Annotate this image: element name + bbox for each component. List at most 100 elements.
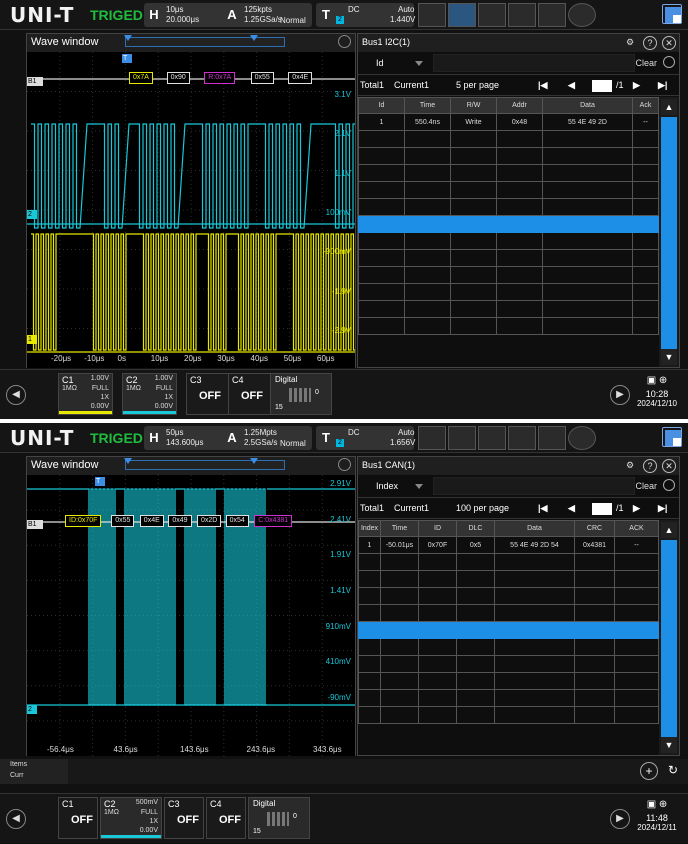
per-page-select[interactable]: 5 per page xyxy=(456,80,499,90)
close-icon[interactable]: ✕ xyxy=(662,459,676,473)
wave-window[interactable]: Wave window B1 ID:0x70F 0x55 0x4E 0x49 0x2D 0… xyxy=(26,456,356,756)
help-icon[interactable]: ? xyxy=(643,36,657,50)
col-id[interactable]: Id xyxy=(358,97,405,114)
col-addr[interactable]: Addr xyxy=(496,97,543,114)
table-row[interactable] xyxy=(358,638,659,656)
table-row[interactable]: 1 550.4ns Write 0x48 55 4E 49 2D -- xyxy=(358,113,659,131)
decode-packet[interactable]: 0x55 xyxy=(250,72,274,84)
table-row[interactable] xyxy=(358,570,659,588)
ch2-marker[interactable]: 2 xyxy=(27,705,37,714)
timebase-position-bar[interactable] xyxy=(124,35,285,47)
horizontal-button[interactable]: H 50μs 143.600μs xyxy=(144,426,234,450)
table-row[interactable] xyxy=(358,317,659,335)
table-row[interactable] xyxy=(358,706,659,724)
table-row[interactable] xyxy=(358,604,659,622)
col-time[interactable]: Time xyxy=(380,520,419,537)
gear-icon[interactable]: ⚙ xyxy=(623,459,637,473)
decode-packet[interactable]: 0x90 xyxy=(166,72,190,84)
measure-icon[interactable] xyxy=(418,3,446,27)
page-number-input[interactable]: 1 xyxy=(592,503,612,515)
decode-packet[interactable]: 0x7A xyxy=(129,72,153,84)
table-row[interactable] xyxy=(358,587,659,605)
table-row[interactable] xyxy=(358,672,659,690)
ch1-box[interactable]: C1 1.00V 1MΩ FULL 1X 0.00V xyxy=(58,373,113,415)
scroll-up-icon[interactable]: ▲ xyxy=(661,522,677,538)
decode-packet[interactable]: 0x54 xyxy=(225,515,249,527)
fft-icon[interactable] xyxy=(508,426,536,450)
clear-button[interactable]: Clear xyxy=(635,53,657,73)
clock-area[interactable]: ▣ ⊕ 11:48 2024/12/11 xyxy=(632,797,682,832)
table-row[interactable] xyxy=(358,147,659,165)
ch2-box[interactable]: C2 1.00V 1MΩ FULL 1X 0.00V xyxy=(122,373,177,415)
clock-area[interactable]: ▣ ⊕ 10:28 2024/12/10 xyxy=(632,373,682,408)
refresh-icon[interactable]: ↻ xyxy=(664,762,682,780)
table-scrollbar[interactable]: ▲ ▼ xyxy=(659,97,679,367)
ch3-box[interactable]: C3 OFF xyxy=(164,797,204,839)
last-page-icon[interactable]: ▶| xyxy=(658,80,667,91)
trigger-button[interactable]: T 2 DC Auto 1.656V xyxy=(316,426,415,450)
table-row-selected[interactable] xyxy=(358,215,659,233)
help-icon[interactable]: ? xyxy=(643,459,657,473)
search-circle-icon[interactable] xyxy=(568,426,596,450)
trigger-button[interactable]: T 2 DC Auto 1.440V xyxy=(316,3,415,27)
col-ack[interactable]: Ack xyxy=(632,97,659,114)
table-row[interactable] xyxy=(358,249,659,267)
measure-icon[interactable] xyxy=(418,426,446,450)
acquire-button[interactable]: A 1.25Mpts 2.5GSa/s Normal xyxy=(222,426,312,450)
app-menu-icon[interactable] xyxy=(662,4,682,24)
table-row[interactable] xyxy=(358,553,659,571)
col-rw[interactable]: R/W xyxy=(450,97,497,114)
scroll-right-icon[interactable]: ▶ xyxy=(610,809,630,829)
col-data[interactable]: Data xyxy=(542,97,633,114)
next-page-icon[interactable]: ▶ xyxy=(633,503,640,514)
page-number-input[interactable]: 1 xyxy=(592,80,612,92)
ch1-marker[interactable]: 1 xyxy=(27,335,37,344)
col-data[interactable]: Data xyxy=(494,520,575,537)
table-row[interactable] xyxy=(358,266,659,284)
cursor-icon[interactable] xyxy=(448,426,476,450)
table-row[interactable] xyxy=(358,232,659,250)
table-row[interactable] xyxy=(358,283,659,301)
zoom-icon[interactable] xyxy=(338,35,351,48)
filter-column-select[interactable]: Id xyxy=(358,53,433,73)
digital-box[interactable]: Digital 0 15 xyxy=(248,797,310,839)
first-page-icon[interactable]: |◀ xyxy=(538,503,547,514)
table-row[interactable] xyxy=(358,655,659,673)
ch2-marker[interactable]: 2 xyxy=(27,210,37,219)
timebase-position-bar[interactable] xyxy=(124,458,285,470)
digital-box[interactable]: Digital 0 15 xyxy=(270,373,332,415)
ch2-box[interactable]: C2 500mV 1MΩ FULL 1X 0.00V xyxy=(100,797,162,839)
table-row[interactable] xyxy=(358,300,659,318)
decode-packet[interactable]: 0x2D xyxy=(197,515,222,527)
table-row[interactable] xyxy=(358,198,659,216)
filter-input[interactable] xyxy=(433,54,635,72)
list-icon[interactable] xyxy=(538,3,566,27)
table-scrollbar[interactable]: ▲ ▼ xyxy=(659,520,679,755)
table-row[interactable] xyxy=(358,181,659,199)
prev-page-icon[interactable]: ◀ xyxy=(568,80,575,91)
ch1-box[interactable]: C1 OFF xyxy=(58,797,98,839)
search-icon[interactable] xyxy=(663,56,675,68)
trigger-position-marker[interactable]: T xyxy=(122,54,132,63)
decode-packet[interactable]: R:0x7A xyxy=(204,72,236,84)
next-page-icon[interactable]: ▶ xyxy=(633,80,640,91)
list-icon[interactable] xyxy=(538,426,566,450)
clear-button[interactable]: Clear xyxy=(635,476,657,496)
scroll-down-icon[interactable]: ▼ xyxy=(661,349,677,365)
col-index[interactable]: Index xyxy=(358,520,381,537)
decode-packet[interactable]: C:0x4381 xyxy=(254,515,293,527)
col-id[interactable]: ID xyxy=(418,520,457,537)
decode-packet[interactable]: 0x55 xyxy=(111,515,135,527)
col-ack[interactable]: ACK xyxy=(614,520,659,537)
close-icon[interactable]: ✕ xyxy=(662,36,676,50)
per-page-select[interactable]: 100 per page xyxy=(456,503,509,513)
table-row[interactable] xyxy=(358,130,659,148)
gear-icon[interactable]: ⚙ xyxy=(623,36,637,50)
wave-window[interactable]: Wave window B1 0x7A 0x90 R:0x7A 0x55 0x4E 2 … xyxy=(26,33,356,368)
math-icon[interactable] xyxy=(478,3,506,27)
acquire-button[interactable]: A 125kpts 1.25GSa/s Normal xyxy=(222,3,312,27)
decode-packet[interactable]: 0x4E xyxy=(139,515,164,527)
table-row[interactable]: 1 -50.01μs 0x70F 0x5 55 4E 49 2D 54 0x43… xyxy=(358,536,659,554)
scroll-down-icon[interactable]: ▼ xyxy=(661,737,677,753)
cursor-icon[interactable] xyxy=(448,3,476,27)
